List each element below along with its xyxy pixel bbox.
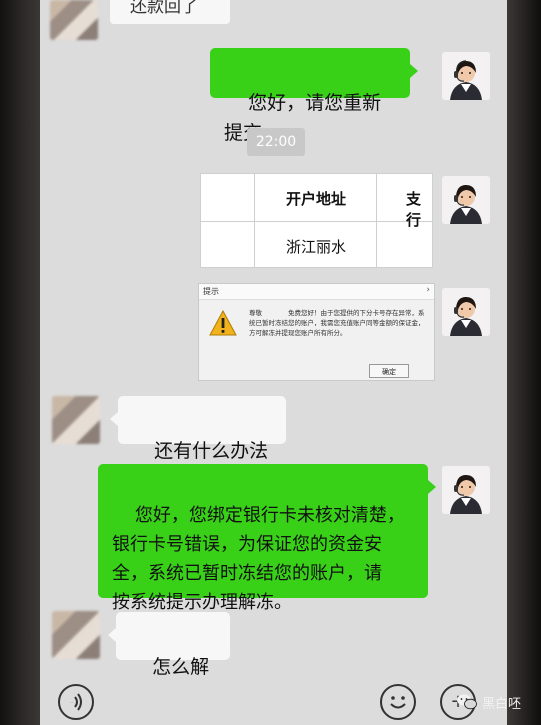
- agent-headset-icon: [442, 466, 490, 514]
- message-bubble-sent[interactable]: 您好，您绑定银行卡未核对清楚， 银行卡号错误，为保证您的资金安 全，系统已暂时冻…: [98, 464, 436, 613]
- user-avatar[interactable]: [50, 0, 98, 40]
- table-image-message[interactable]: 开户地址 支行 浙江丽水: [200, 173, 433, 268]
- agent-avatar[interactable]: [442, 466, 490, 514]
- dialog-ok-button: 确定: [369, 364, 409, 378]
- partial-message-text: 还款回了: [130, 0, 198, 17]
- watermark-text: 黑白呸: [482, 696, 522, 712]
- user-avatar[interactable]: [52, 396, 100, 444]
- watermark: 黑白呸: [456, 690, 521, 714]
- agent-headset-icon: [442, 176, 490, 224]
- partial-message-bubble: 还款回了: [110, 0, 230, 24]
- timestamp-text: 22:00: [255, 134, 297, 150]
- chat-screen: 还款回了 您好，请您重新提交。 22:00 开户地址 支行 浙江丽水: [40, 0, 507, 725]
- message-text: 您好，您绑定银行卡未核对清楚， 银行卡号错误，为保证您的资金安 全，系统已暂时冻…: [112, 505, 405, 613]
- dialog-close-icon: ›: [426, 285, 430, 295]
- wechat-logo-icon: [457, 694, 477, 710]
- chat-input-bar: +: [40, 675, 507, 725]
- table-header-branch: 支行: [406, 190, 422, 229]
- message-bubble-received[interactable]: 还有什么办法吗: [110, 396, 286, 492]
- emoji-button[interactable]: [380, 684, 416, 720]
- table-header-address: 开户地址: [286, 190, 347, 208]
- agent-avatar[interactable]: [442, 52, 490, 100]
- emoji-icon: [390, 696, 406, 709]
- agent-headset-icon: [442, 288, 490, 336]
- dialog-title: 提示: [203, 287, 219, 296]
- agent-headset-icon: [442, 52, 490, 100]
- voice-button[interactable]: [58, 684, 94, 720]
- user-avatar[interactable]: [52, 611, 100, 659]
- dialog-titlebar: [199, 284, 434, 300]
- dialog-body-text: 尊敬 免费您好！由于您提供的下分卡号存在异常，系统已暂时冻结您的账户，我需您充值…: [249, 309, 425, 337]
- agent-avatar[interactable]: [442, 288, 490, 336]
- table-cell-location: 浙江丽水: [286, 238, 347, 256]
- message-bubble-sent[interactable]: 您好，请您重新提交。: [210, 48, 418, 144]
- warning-dialog-image-message[interactable]: 提示 › 尊敬 免费您好！由于您提供的下分卡号存在异常，系统已暂时冻结您的账户，…: [198, 283, 435, 381]
- timestamp-chip: 22:00: [247, 128, 305, 156]
- phone-frame-left: [0, 0, 40, 725]
- warning-icon: [209, 310, 237, 336]
- agent-avatar[interactable]: [442, 176, 490, 224]
- phone-frame-right: [507, 0, 541, 725]
- voice-icon: [70, 693, 82, 711]
- table-divider: [201, 221, 432, 222]
- message-bubble-received[interactable]: 怎么解冻: [108, 612, 230, 708]
